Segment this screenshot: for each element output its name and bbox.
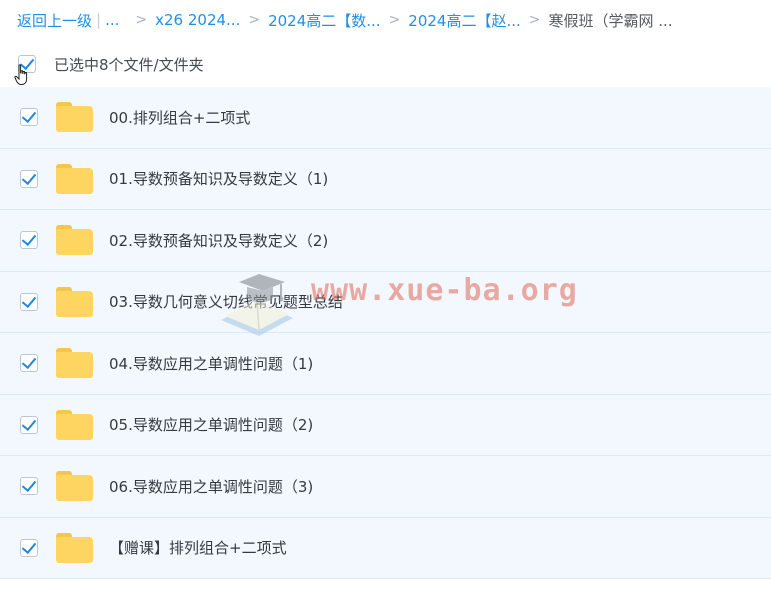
selection-count-label: 已选中8个文件/文件夹 [54,55,204,74]
row-checkbox[interactable] [20,415,38,434]
file-name[interactable]: 05.导数应用之单调性问题（2) [109,414,313,435]
folder-icon [56,471,93,502]
file-row[interactable]: 03.导数几何意义切线常见题型总结 [0,271,771,333]
file-name[interactable]: 04.导数应用之单调性问题（1) [109,353,313,374]
breadcrumb-ellipsis[interactable]: ... [105,11,119,29]
hand-cursor-icon [14,64,28,85]
breadcrumb-current: 寒假班（学霸网 ... [548,11,673,30]
row-checkbox[interactable] [20,108,38,127]
breadcrumb: 返回上一级 | ... > x26 2024... > 2024高二【数... … [0,0,771,40]
row-checkbox[interactable] [20,477,38,496]
file-row[interactable]: 02.导数预备知识及导数定义（2) [0,210,771,272]
breadcrumb-separator-icon: > [135,12,148,28]
breadcrumb-separator-icon: > [248,12,261,28]
folder-icon [56,348,93,379]
file-row[interactable]: 04.导数应用之单调性问题（1) [0,333,771,395]
file-row[interactable]: 01.导数预备知识及导数定义（1) [0,148,771,210]
row-checkbox[interactable] [20,169,38,188]
folder-icon [56,225,93,256]
folder-icon [56,286,93,317]
folder-icon [56,532,93,563]
file-list: 00.排列组合+二项式 01.导数预备知识及导数定义（1) 02.导数预备知识及… [0,87,771,579]
file-name[interactable]: 00.排列组合+二项式 [109,107,250,128]
breadcrumb-divider: | [96,11,102,29]
row-checkbox[interactable] [20,354,38,373]
file-row[interactable]: 【赠课】排列组合+二项式 [0,517,771,579]
row-checkbox[interactable] [20,231,38,250]
file-name[interactable]: 02.导数预备知识及导数定义（2) [109,230,328,251]
folder-icon [56,102,93,133]
folder-icon [56,163,93,194]
breadcrumb-item[interactable]: 2024高二【数... [268,10,380,31]
row-checkbox[interactable] [20,538,38,557]
file-row[interactable]: 06.导数应用之单调性问题（3) [0,456,771,518]
breadcrumb-item[interactable]: x26 2024... [155,11,240,29]
file-name[interactable]: 06.导数应用之单调性问题（3) [109,476,313,497]
file-row[interactable]: 00.排列组合+二项式 [0,87,771,149]
file-name[interactable]: 01.导数预备知识及导数定义（1) [109,168,328,189]
breadcrumb-item[interactable]: 2024高二【赵... [408,10,520,31]
breadcrumb-separator-icon: > [388,12,401,28]
back-link[interactable]: 返回上一级 [17,10,92,31]
file-row[interactable]: 05.导数应用之单调性问题（2) [0,394,771,456]
breadcrumb-separator-icon: > [528,12,541,28]
selection-bar: 已选中8个文件/文件夹 [0,46,771,82]
file-name[interactable]: 03.导数几何意义切线常见题型总结 [109,291,343,312]
file-name[interactable]: 【赠课】排列组合+二项式 [109,537,287,558]
row-checkbox[interactable] [20,292,38,311]
folder-icon [56,409,93,440]
